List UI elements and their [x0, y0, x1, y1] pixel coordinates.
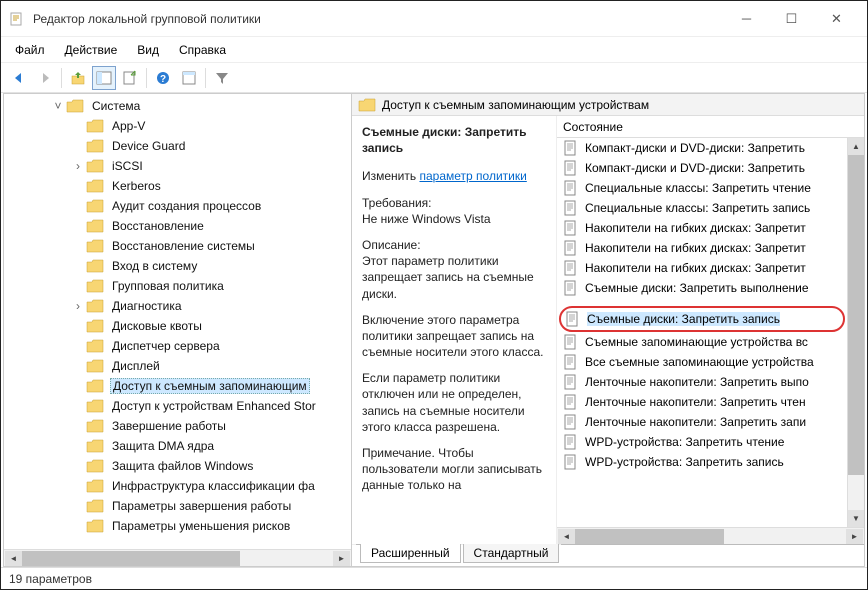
- tree-node[interactable]: Device Guard: [72, 136, 351, 156]
- tree-node[interactable]: Инфраструктура классификации фа: [72, 476, 351, 496]
- minimize-button[interactable]: ─: [724, 5, 769, 33]
- tree-node[interactable]: Дисплей: [72, 356, 351, 376]
- menu-view[interactable]: Вид: [129, 39, 167, 61]
- description-p3: Если параметр политики отключен или не о…: [362, 370, 546, 435]
- policy-item[interactable]: Cъемные диски: Запретить выполнение: [557, 278, 847, 298]
- menu-file[interactable]: Файл: [7, 39, 53, 61]
- description-panel: Cъемные диски: Запретить запись Изменить…: [352, 116, 557, 544]
- description-p2: Включение этого параметра политики запре…: [362, 312, 546, 361]
- detail-pane: Доступ к съемным запоминающим устройства…: [352, 94, 864, 566]
- selected-policy-title: Cъемные диски: Запретить запись: [362, 124, 546, 156]
- policy-vscroll[interactable]: ▲ ▼: [847, 138, 864, 527]
- tree-node[interactable]: Доступ к устройствам Enhanced Stor: [72, 396, 351, 416]
- tree-node[interactable]: Восстановление: [72, 216, 351, 236]
- tab-extended[interactable]: Расширенный: [360, 544, 461, 563]
- properties-button[interactable]: [177, 66, 201, 90]
- status-bar: 19 параметров: [1, 567, 867, 589]
- detail-header-text: Доступ к съемным запоминающим устройства…: [382, 98, 649, 112]
- filter-button[interactable]: [210, 66, 234, 90]
- menu-action[interactable]: Действие: [57, 39, 126, 61]
- tree-node[interactable]: Параметры уменьшения рисков: [72, 516, 351, 536]
- folder-tree[interactable]: ˅СистемаApp-VDevice Guard›iSCSIKerberosА…: [4, 96, 351, 536]
- tree-node[interactable]: Групповая политика: [72, 276, 351, 296]
- tree-hscroll[interactable]: ◄ ►: [4, 549, 351, 566]
- policy-item[interactable]: Специальные классы: Запретить запись: [557, 198, 847, 218]
- policy-item[interactable]: Накопители на гибких дисках: Запретит: [557, 218, 847, 238]
- tree-node-system[interactable]: ˅Система: [52, 96, 351, 116]
- tree-node[interactable]: Вход в систему: [72, 256, 351, 276]
- close-button[interactable]: ✕: [814, 5, 859, 33]
- policy-item[interactable]: WPD-устройства: Запретить запись: [557, 452, 847, 472]
- up-button[interactable]: [66, 66, 90, 90]
- description-p1: Этот параметр политики запрещает запись …: [362, 254, 534, 300]
- tree-node[interactable]: Защита DMA ядра: [72, 436, 351, 456]
- app-icon: [9, 11, 25, 27]
- policy-item[interactable]: Компакт-диски и DVD-диски: Запретить: [557, 138, 847, 158]
- policy-item[interactable]: Ленточные накопители: Запретить запи: [557, 412, 847, 432]
- tree-node[interactable]: Восстановление системы: [72, 236, 351, 256]
- tree-node[interactable]: App-V: [72, 116, 351, 136]
- requirements-text: Не ниже Windows Vista: [362, 212, 491, 226]
- tree-node[interactable]: Аудит создания процессов: [72, 196, 351, 216]
- tree-node[interactable]: Защита файлов Windows: [72, 456, 351, 476]
- policy-list-panel: Состояние Компакт-диски и DVD-диски: Зап…: [557, 116, 864, 544]
- tree-node[interactable]: Завершение работы: [72, 416, 351, 436]
- detail-header: Доступ к съемным запоминающим устройства…: [352, 94, 864, 116]
- policy-item-highlighted[interactable]: Cъемные диски: Запретить запись: [559, 306, 845, 332]
- status-text: 19 параметров: [9, 572, 92, 586]
- svg-text:?: ?: [160, 74, 166, 85]
- tree-pane: ˅СистемаApp-VDevice Guard›iSCSIKerberosА…: [4, 94, 352, 566]
- tree-node[interactable]: Kerberos: [72, 176, 351, 196]
- requirements-label: Требования:: [362, 196, 432, 210]
- tree-node[interactable]: ›Диагностика: [72, 296, 351, 316]
- col-state[interactable]: Состояние: [563, 120, 858, 134]
- policy-item[interactable]: Съемные запоминающие устройства вс: [557, 332, 847, 352]
- menu-bar: Файл Действие Вид Справка: [1, 37, 867, 63]
- main-content: ˅СистемаApp-VDevice Guard›iSCSIKerberosА…: [3, 93, 865, 567]
- tree-node[interactable]: Параметры завершения работы: [72, 496, 351, 516]
- tab-standard[interactable]: Стандартный: [463, 544, 560, 563]
- export-button[interactable]: [118, 66, 142, 90]
- policy-item[interactable]: WPD-устройства: Запретить чтение: [557, 432, 847, 452]
- menu-help[interactable]: Справка: [171, 39, 234, 61]
- window-title: Редактор локальной групповой политики: [33, 12, 724, 26]
- policy-item[interactable]: Компакт-диски и DVD-диски: Запретить: [557, 158, 847, 178]
- policy-item[interactable]: Накопители на гибких дисках: Запретит: [557, 238, 847, 258]
- tree-node[interactable]: ›iSCSI: [72, 156, 351, 176]
- policy-hscroll[interactable]: ◄ ►: [557, 527, 864, 544]
- forward-button[interactable]: [33, 66, 57, 90]
- tree-node[interactable]: Дисковые квоты: [72, 316, 351, 336]
- back-button[interactable]: [7, 66, 31, 90]
- tree-node[interactable]: Диспетчер сервера: [72, 336, 351, 356]
- policy-item[interactable]: Ленточные накопители: Запретить выпо: [557, 372, 847, 392]
- maximize-button[interactable]: ☐: [769, 5, 814, 33]
- toolbar: ?: [1, 63, 867, 93]
- title-bar: Редактор локальной групповой политики ─ …: [1, 1, 867, 37]
- column-headers[interactable]: Состояние: [557, 116, 864, 138]
- edit-label: Изменить: [362, 169, 416, 183]
- tree-node[interactable]: Доступ к съемным запоминающим: [72, 376, 351, 396]
- edit-policy-link[interactable]: параметр политики: [419, 169, 526, 183]
- policy-item[interactable]: Специальные классы: Запретить чтение: [557, 178, 847, 198]
- show-hide-tree-button[interactable]: [92, 66, 116, 90]
- policy-item[interactable]: Ленточные накопители: Запретить чтен: [557, 392, 847, 412]
- policy-item[interactable]: Все съемные запоминающие устройства: [557, 352, 847, 372]
- help-button[interactable]: ?: [151, 66, 175, 90]
- view-tabs: Расширенный Стандартный: [352, 544, 864, 566]
- description-p4: Примечание. Чтобы пользователи могли зап…: [362, 445, 546, 494]
- policy-list[interactable]: Компакт-диски и DVD-диски: ЗапретитьКомп…: [557, 138, 847, 527]
- policy-item[interactable]: Накопители на гибких дисках: Запретит: [557, 258, 847, 278]
- description-label: Описание:: [362, 238, 421, 252]
